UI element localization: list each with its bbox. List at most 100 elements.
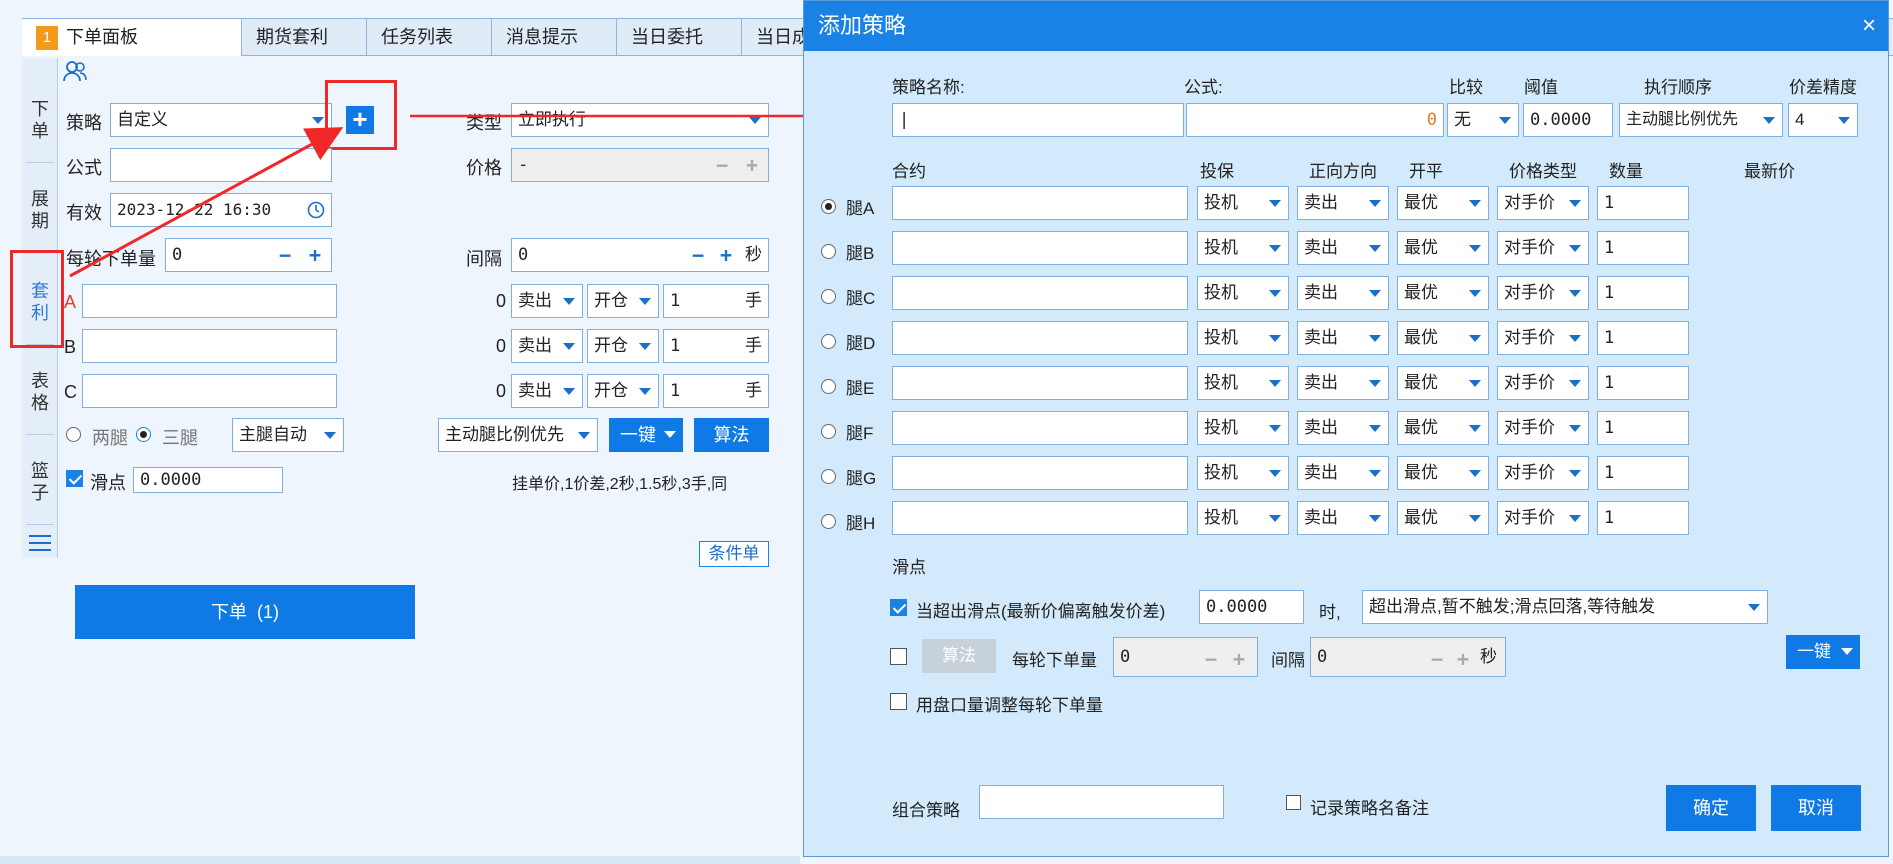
slippage-value-input[interactable]: 0.0000	[1199, 590, 1304, 624]
adjust-by-depth-checkbox[interactable]	[890, 693, 907, 710]
leg-c-side-select[interactable]: 卖出	[511, 374, 583, 408]
leg-h-qty-input[interactable]: 1	[1597, 501, 1689, 535]
leg-g-pricetype-select[interactable]: 对手价	[1497, 456, 1589, 490]
leg-g-contract-input[interactable]	[892, 456, 1188, 490]
leg-d-radio[interactable]	[821, 334, 836, 349]
slippage-action-select[interactable]: 超出滑点,暂不触发;滑点回落,等待触发	[1362, 590, 1768, 624]
two-leg-radio[interactable]	[66, 427, 81, 442]
algo-button-disabled[interactable]: 算法	[922, 639, 996, 673]
vtab-table[interactable]: 表格	[22, 370, 58, 414]
leg-a-openclose-select[interactable]: 最优	[1397, 186, 1489, 220]
compare-select[interactable]: 无	[1447, 103, 1519, 137]
leg-d-pricetype-select[interactable]: 对手价	[1497, 321, 1589, 355]
leg-c-qty-input[interactable]: 1	[1597, 276, 1689, 310]
leg-g-openclose-select[interactable]: 最优	[1397, 456, 1489, 490]
leg-b-open-select[interactable]: 开仓	[587, 329, 659, 363]
leg-g-hedge-select[interactable]: 投机	[1197, 456, 1289, 490]
precision-select[interactable]: 4	[1788, 103, 1858, 137]
algo-checkbox[interactable]	[890, 648, 907, 665]
leg-d-openclose-select[interactable]: 最优	[1397, 321, 1489, 355]
leg-g-direction-select[interactable]: 卖出	[1297, 456, 1389, 490]
leg-h-openclose-select[interactable]: 最优	[1397, 501, 1489, 535]
leg-c-contract-input[interactable]	[82, 374, 337, 408]
leg-b-side-select[interactable]: 卖出	[511, 329, 583, 363]
leg-b-contract-input[interactable]	[82, 329, 337, 363]
leg-h-radio[interactable]	[821, 514, 836, 529]
leg-c-hedge-select[interactable]: 投机	[1197, 276, 1289, 310]
strategy-name-input[interactable]: |	[892, 103, 1184, 137]
menu-icon[interactable]	[29, 532, 51, 552]
leg-f-direction-select[interactable]: 卖出	[1297, 411, 1389, 445]
leg-c-direction-select[interactable]: 卖出	[1297, 276, 1389, 310]
leg-h-hedge-select[interactable]: 投机	[1197, 501, 1289, 535]
leg-b-openclose-select[interactable]: 最优	[1397, 231, 1489, 265]
leg-e-openclose-select[interactable]: 最优	[1397, 366, 1489, 400]
annotation-arrows	[69, 101, 877, 278]
leg-b-direction-select[interactable]: 卖出	[1297, 231, 1389, 265]
leg-a-contract-input[interactable]	[892, 186, 1188, 220]
leg-b-qty-input[interactable]: 1手	[663, 329, 769, 363]
interval-stepper[interactable]: 0− + 秒	[1310, 637, 1506, 677]
leg-g-qty-input[interactable]: 1	[1597, 456, 1689, 490]
leg-f-radio[interactable]	[821, 424, 836, 439]
leg-b-hedge-select[interactable]: 投机	[1197, 231, 1289, 265]
slippage-section-title: 滑点	[892, 558, 926, 577]
leg-c-openclose-select[interactable]: 最优	[1397, 276, 1489, 310]
leg-g-radio[interactable]	[821, 469, 836, 484]
leg-f-openclose-select[interactable]: 最优	[1397, 411, 1489, 445]
exec-order-select[interactable]: 主动腿比例优先	[438, 418, 598, 452]
slippage-exceed-checkbox[interactable]	[890, 599, 907, 616]
place-order-button[interactable]: 下单 (1)	[75, 585, 415, 639]
leg-b-radio[interactable]	[821, 244, 836, 259]
slippage-input[interactable]: 0.0000	[133, 467, 283, 493]
leg-b-contract-input[interactable]	[892, 231, 1188, 265]
formula-input[interactable]: 0	[1186, 103, 1444, 137]
algo-button[interactable]: 算法	[694, 418, 769, 452]
leg-e-contract-input[interactable]	[892, 366, 1188, 400]
per-round-stepper[interactable]: 0− +	[1113, 637, 1258, 677]
leg-a-hedge-select[interactable]: 投机	[1197, 186, 1289, 220]
leg-d-hedge-select[interactable]: 投机	[1197, 321, 1289, 355]
leg-c-pricetype-select[interactable]: 对手价	[1497, 276, 1589, 310]
exec-order-select[interactable]: 主动腿比例优先	[1619, 103, 1783, 137]
leg-a-direction-select[interactable]: 卖出	[1297, 186, 1389, 220]
leg-e-qty-input[interactable]: 1	[1597, 366, 1689, 400]
leg-d-qty-input[interactable]: 1	[1597, 321, 1689, 355]
leg-f-contract-input[interactable]	[892, 411, 1188, 445]
main-leg-select[interactable]: 主腿自动	[232, 418, 344, 452]
condition-order-button[interactable]: 条件单	[699, 541, 769, 567]
leg-h-contract-input[interactable]	[892, 501, 1188, 535]
leg-a-radio[interactable]	[821, 199, 836, 214]
dialog-title: 添加策略	[804, 1, 1888, 51]
vtab-basket[interactable]: 篮子	[22, 460, 58, 504]
leg-c-open-select[interactable]: 开仓	[587, 374, 659, 408]
leg-h-direction-select[interactable]: 卖出	[1297, 501, 1389, 535]
leg-a-qty-input[interactable]: 1	[1597, 186, 1689, 220]
leg-a-pricetype-select[interactable]: 对手价	[1497, 186, 1589, 220]
leg-f-pricetype-select[interactable]: 对手价	[1497, 411, 1589, 445]
one-key-button[interactable]: 一键	[1786, 635, 1860, 669]
cancel-button[interactable]: 取消	[1771, 785, 1861, 831]
leg-f-qty-input[interactable]: 1	[1597, 411, 1689, 445]
leg-d-contract-input[interactable]	[892, 321, 1188, 355]
leg-b-qty-input[interactable]: 1	[1597, 231, 1689, 265]
leg-e-hedge-select[interactable]: 投机	[1197, 366, 1289, 400]
threshold-input[interactable]: 0.0000	[1523, 103, 1613, 137]
leg-d-direction-select[interactable]: 卖出	[1297, 321, 1389, 355]
confirm-button[interactable]: 确定	[1666, 785, 1756, 831]
leg-b-pricetype-select[interactable]: 对手价	[1497, 231, 1589, 265]
leg-e-pricetype-select[interactable]: 对手价	[1497, 366, 1589, 400]
close-icon[interactable]: ×	[1862, 1, 1876, 51]
three-leg-radio[interactable]	[136, 427, 151, 442]
leg-e-direction-select[interactable]: 卖出	[1297, 366, 1389, 400]
leg-h-pricetype-select[interactable]: 对手价	[1497, 501, 1589, 535]
leg-f-hedge-select[interactable]: 投机	[1197, 411, 1289, 445]
combo-strategy-input[interactable]	[979, 785, 1224, 819]
record-remark-checkbox[interactable]	[1286, 795, 1301, 810]
one-key-button[interactable]: 一键	[609, 418, 683, 452]
leg-c-qty-input[interactable]: 1手	[663, 374, 769, 408]
leg-c-radio[interactable]	[821, 289, 836, 304]
leg-e-radio[interactable]	[821, 379, 836, 394]
slippage-checkbox[interactable]	[66, 470, 83, 487]
leg-c-contract-input[interactable]	[892, 276, 1188, 310]
